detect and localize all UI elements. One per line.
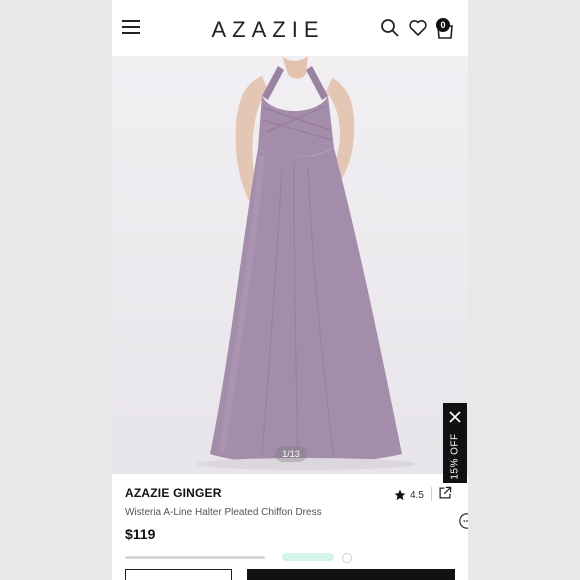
rating-value: 4.5	[410, 489, 424, 501]
secondary-action-button[interactable]	[125, 569, 232, 580]
product-rating[interactable]: 4.5	[394, 488, 424, 502]
partial-info-icon	[342, 553, 352, 563]
dress-model-illustration	[196, 56, 416, 470]
chat-icon[interactable]	[458, 512, 468, 530]
image-counter: 1/13	[275, 446, 307, 462]
product-image[interactable]: 1/13	[112, 56, 468, 474]
menu-icon[interactable]	[122, 20, 140, 34]
star-icon	[394, 489, 406, 501]
add-to-bag-button[interactable]	[247, 569, 455, 580]
promo-label: 15% OFF	[449, 433, 461, 480]
rating-divider	[431, 487, 432, 501]
product-price: $119	[125, 526, 156, 542]
partial-badge	[282, 553, 334, 561]
product-page: AZAZIE 0 1/13 AZAZIE GINGER Wisteria A-L…	[112, 0, 468, 580]
heart-icon[interactable]	[408, 18, 428, 38]
brand-logo[interactable]: AZAZIE	[198, 17, 338, 43]
product-name: Wisteria A-Line Halter Pleated Chiffon D…	[125, 507, 322, 518]
top-nav: AZAZIE 0	[112, 0, 468, 57]
search-icon[interactable]	[380, 18, 400, 38]
partial-text-line	[125, 556, 265, 559]
cart-count-badge[interactable]: 0	[436, 18, 450, 32]
product-brand[interactable]: AZAZIE GINGER	[125, 486, 222, 500]
discount-promo-tab[interactable]: 15% OFF	[443, 403, 467, 483]
